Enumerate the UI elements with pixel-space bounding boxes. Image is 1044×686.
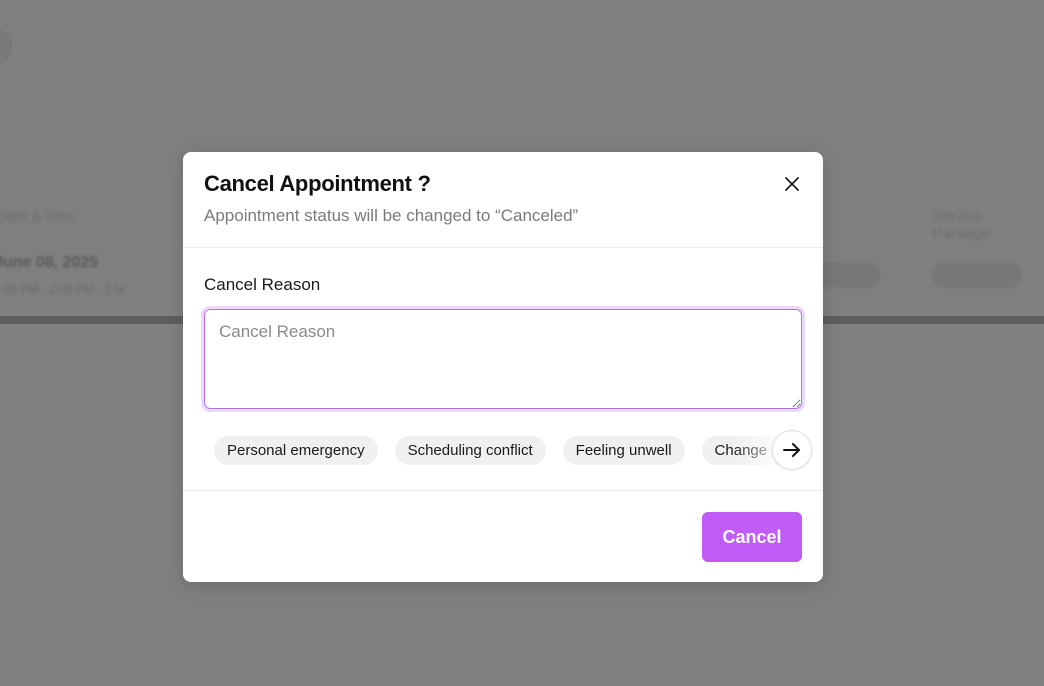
quick-reason-chips: Personal emergency Scheduling conflict Fee… xyxy=(214,436,812,466)
scroll-chips-right-button[interactable] xyxy=(772,430,812,470)
dialog-header: Cancel Appointment ? Appointment status … xyxy=(183,152,823,248)
dialog-body: Cancel Reason Personal emergency Scheduli… xyxy=(183,249,823,491)
dialog-footer: Cancel xyxy=(183,492,823,582)
background-header-package: Service Package xyxy=(932,208,991,242)
cancel-appointment-dialog: Cancel Appointment ? Appointment status … xyxy=(183,152,823,582)
dialog-subtitle: Appointment status will be changed to “C… xyxy=(204,206,579,225)
cancel-reason-label: Cancel Reason xyxy=(204,275,321,294)
background-package-pill xyxy=(932,262,1022,288)
dialog-title: Cancel Appointment ? xyxy=(204,171,431,196)
close-button[interactable] xyxy=(780,172,804,196)
chip-feeling-unwell[interactable]: Feeling unwell xyxy=(562,436,685,465)
background-avatar xyxy=(0,30,12,64)
chip-scheduling-conflict[interactable]: Scheduling conflict xyxy=(394,436,546,465)
background-header-date: Date & time xyxy=(0,208,75,225)
background-row-time: 1:00 PM - 2:00 PM · 1 hr xyxy=(0,282,126,296)
chip-personal-emergency[interactable]: Personal emergency xyxy=(214,436,378,465)
arrow-right-icon xyxy=(783,443,800,457)
cancel-reason-textarea[interactable] xyxy=(201,306,805,412)
background-row-date: June 08, 2025 xyxy=(0,254,99,271)
close-icon xyxy=(785,177,799,191)
cancel-appointment-button[interactable]: Cancel xyxy=(702,512,802,562)
